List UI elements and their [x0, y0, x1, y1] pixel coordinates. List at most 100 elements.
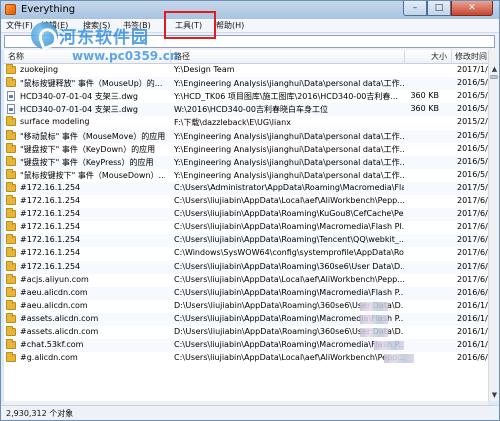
- folder-icon: [6, 221, 16, 232]
- scroll-thumb[interactable]: [490, 75, 498, 79]
- result-row[interactable]: #aeu.alicdn.com C:\Users\liujiabin\AppDat…: [4, 286, 488, 300]
- result-name: "键盘按下" 事件（KeyDown）的应用: [20, 144, 156, 154]
- folder-icon: [6, 286, 16, 297]
- column-divider[interactable]: [451, 50, 452, 64]
- folder-icon: [6, 142, 16, 153]
- folder-icon: [6, 64, 16, 74]
- folder-icon: [6, 312, 16, 323]
- result-path: C:\Users\liujiabin\AppData\Local\aef\Ali…: [174, 274, 404, 284]
- result-name: #172.16.1.254: [20, 248, 81, 258]
- result-row[interactable]: "鼠标按键按下" 事件（MouseDown）... Y:\Engineering …: [4, 168, 488, 182]
- result-row[interactable]: HCD340-07-01-04 支架三.dwg Y:\HCD_TK06 项目图库\…: [4, 90, 488, 103]
- result-row[interactable]: #172.16.1.254 C:\Users\liujiabin\AppData\…: [4, 234, 488, 248]
- result-path: Y:\HCD_TK06 项目图库\施工图库\2016\HCD340-00吉利春.…: [174, 92, 399, 102]
- result-row[interactable]: #172.16.1.254 C:\Users\liujiabin\AppData\…: [4, 195, 488, 208]
- result-name: surface modeling: [20, 117, 90, 127]
- result-date: 2017/6/1: [457, 274, 488, 284]
- result-name: #172.16.1.254: [20, 235, 81, 245]
- result-row[interactable]: #chat.53kf.com C:\Users\liujiabin\AppData…: [4, 339, 488, 353]
- tools-menu-highlight-box: [164, 11, 216, 39]
- result-date: 2017/6/1: [457, 209, 488, 219]
- close-button[interactable]: ✕: [451, 1, 493, 16]
- result-date: 2015/2/2: [457, 117, 488, 127]
- result-date: 2017/1/5: [457, 65, 488, 74]
- result-row[interactable]: #172.16.1.254 C:\Users\liujiabin\AppData\…: [4, 260, 488, 274]
- result-date: 2016/5/1: [457, 104, 488, 114]
- result-date: 2016/5/1: [457, 91, 488, 101]
- minimize-button[interactable]: –: [403, 1, 427, 16]
- result-date: 2016/6/1: [457, 353, 488, 363]
- result-path: C:\Windows\SysWOW64\config\systemprofile…: [174, 248, 404, 258]
- result-row[interactable]: "鼠标按键释放" 事件（MouseUp）的... Y:\Engineering A…: [4, 77, 488, 91]
- result-row[interactable]: #172.16.1.254 C:\Users\liujiabin\AppData\…: [4, 221, 488, 234]
- result-row[interactable]: #assets.alicdn.com C:\Users\liujiabin\App…: [4, 312, 488, 326]
- folder-icon: [6, 260, 16, 271]
- result-date: 2017/6/1: [457, 222, 488, 232]
- folder-icon: [6, 326, 16, 336]
- result-row[interactable]: #g.alicdn.com C:\Users\liujiabin\AppData\…: [4, 352, 488, 365]
- result-row[interactable]: #acjs.aliyun.com C:\Users\liujiabin\AppDa…: [4, 273, 488, 287]
- result-date: 2016/5/1: [457, 78, 488, 88]
- result-row[interactable]: #172.16.1.254 C:\Users\liujiabin\AppData\…: [4, 208, 488, 222]
- menu-help[interactable]: 帮助(H): [214, 20, 246, 32]
- result-date: 2016/1/5: [457, 313, 488, 323]
- result-row[interactable]: zuokejing Y:\Design Team 2017/1/5: [4, 64, 488, 77]
- result-row[interactable]: surface modeling F:\下载\dazzleback\E\UG\li…: [4, 116, 488, 129]
- result-row[interactable]: HCD340-07-01-04 支架三.dwg W:\2016\HCD340-00…: [4, 103, 488, 117]
- result-row[interactable]: "移动鼠标" 事件（MouseMove）的应用 Y:\Engineering An…: [4, 129, 488, 143]
- redacted-area: [360, 314, 388, 324]
- folder-icon: [6, 155, 16, 166]
- result-name: #g.alicdn.com: [20, 353, 78, 363]
- maximize-button[interactable]: □: [427, 1, 451, 16]
- result-date: 2016/1/5: [457, 300, 488, 310]
- vertical-scrollbar[interactable]: ▲ ▼: [488, 50, 499, 401]
- result-row[interactable]: "键盘按下" 事件（KeyDown）的应用 Y:\Engineering Anal…: [4, 142, 488, 156]
- title-bar[interactable]: Everything – □ ✕: [1, 1, 499, 19]
- column-divider[interactable]: [404, 50, 405, 64]
- folder-icon: [6, 129, 16, 140]
- result-row[interactable]: #172.16.1.254 C:\Windows\SysWOW64\config\…: [4, 247, 488, 260]
- result-date: 2016/1/5: [457, 327, 488, 336]
- result-size: 360 KB: [410, 91, 439, 101]
- result-size: 360 KB: [410, 104, 439, 114]
- result-date: 2016/1/5: [457, 340, 488, 350]
- result-date: 2017/5/2: [457, 182, 488, 192]
- result-name: "键盘按下" 事件（KeyPress）的应用: [20, 157, 154, 167]
- result-row[interactable]: #aeu.alicdn.com D:\Users\liujiabin\AppDat…: [4, 299, 488, 313]
- folder-icon: [6, 339, 16, 350]
- result-path: C:\Users\Administrator\AppData\Roaming\M…: [174, 182, 404, 192]
- column-header-name[interactable]: 名称: [8, 51, 24, 62]
- status-bar: 2,930,312 个对象: [1, 405, 499, 420]
- column-header-size[interactable]: 大小: [431, 51, 447, 62]
- results-list[interactable]: zuokejing Y:\Design Team 2017/1/5 "鼠标按键释放" …: [4, 64, 488, 401]
- scroll-down-icon[interactable]: ▼: [490, 390, 499, 400]
- result-row[interactable]: #172.16.1.254 C:\Users\Administrator\AppD…: [4, 181, 488, 195]
- result-date: 2017/6/1: [457, 261, 488, 271]
- result-path: Y:\Design Team: [174, 65, 235, 74]
- result-path: C:\Users\liujiabin\AppData\Roaming\Tence…: [174, 235, 404, 245]
- result-path: C:\Users\liujiabin\AppData\Roaming\Macro…: [174, 340, 404, 350]
- folder-icon: [6, 352, 16, 363]
- result-name: #aeu.alicdn.com: [20, 287, 88, 297]
- redacted-area: [384, 354, 414, 364]
- result-name: #172.16.1.254: [20, 222, 81, 232]
- result-name: "移动鼠标" 事件（MouseMove）的应用: [20, 131, 165, 141]
- result-name: #acjs.aliyun.com: [20, 274, 89, 284]
- folder-icon: [6, 273, 16, 284]
- folder-icon: [6, 208, 16, 219]
- folder-icon: [6, 234, 16, 245]
- menu-file[interactable]: 文件(F): [4, 20, 35, 32]
- result-path: Y:\Engineering Analysis\jianghui\Data\pe…: [174, 170, 404, 180]
- object-count: 2,930,312 个对象: [6, 409, 74, 418]
- column-header-date[interactable]: 修改时间: [455, 51, 487, 62]
- scroll-up-icon[interactable]: ▲: [490, 64, 499, 74]
- result-name: #172.16.1.254: [20, 182, 81, 192]
- result-date: 2016/5/1: [457, 143, 488, 153]
- dwg-file-icon: [7, 91, 15, 102]
- result-row[interactable]: "键盘按下" 事件（KeyPress）的应用 Y:\Engineering Ana…: [4, 155, 488, 169]
- result-row[interactable]: #assets.alicdn.com D:\Users\liujiabin\App…: [4, 326, 488, 339]
- result-name: #chat.53kf.com: [20, 340, 84, 350]
- dwg-file-icon: [7, 104, 15, 115]
- result-name: #assets.alicdn.com: [20, 313, 99, 323]
- result-name: #172.16.1.254: [20, 196, 81, 205]
